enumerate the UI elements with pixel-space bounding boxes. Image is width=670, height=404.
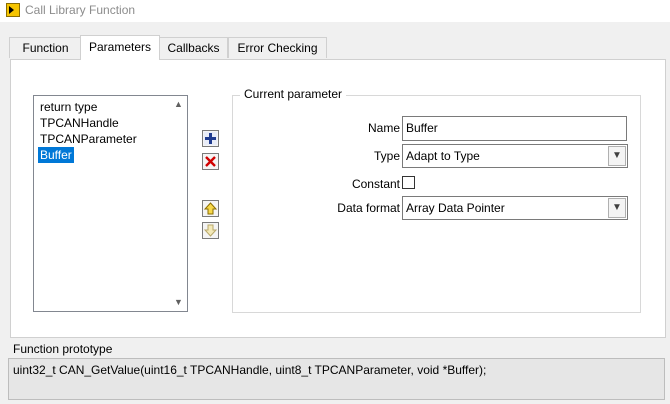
- arrow-up-icon: [203, 202, 218, 215]
- current-parameter-title: Current parameter: [240, 87, 347, 101]
- function-prototype-text: uint32_t CAN_GetValue(uint16_t TPCANHand…: [13, 363, 487, 377]
- move-up-button[interactable]: [202, 200, 219, 217]
- window-title: Call Library Function: [25, 3, 136, 17]
- labview-app-icon: [6, 3, 20, 17]
- type-value: Adapt to Type: [406, 149, 480, 163]
- plus-icon: [204, 132, 217, 145]
- tab-callbacks[interactable]: Callbacks: [159, 37, 228, 58]
- arrow-down-icon: [203, 224, 218, 237]
- name-label: Name: [367, 121, 400, 135]
- tab-parameters[interactable]: Parameters: [80, 35, 160, 60]
- function-prototype-label: Function prototype: [13, 342, 113, 356]
- list-item[interactable]: TPCANHandle: [38, 115, 121, 131]
- tab-error-checking-label: Error Checking: [237, 41, 318, 55]
- add-parameter-button[interactable]: [202, 130, 219, 147]
- parameters-panel: return type TPCANHandle TPCANParameter B…: [10, 59, 666, 338]
- scroll-up-icon[interactable]: ▲: [170, 96, 187, 113]
- tab-function[interactable]: Function: [9, 37, 82, 58]
- parameter-list[interactable]: return type TPCANHandle TPCANParameter B…: [33, 95, 188, 312]
- move-down-button[interactable]: [202, 222, 219, 239]
- list-item[interactable]: TPCANParameter: [38, 131, 139, 147]
- data-format-dropdown[interactable]: Array Data Pointer ▼: [402, 196, 628, 220]
- constant-label: Constant: [351, 177, 400, 191]
- scroll-down-icon[interactable]: ▼: [170, 294, 187, 311]
- data-format-value: Array Data Pointer: [406, 201, 505, 215]
- constant-checkbox[interactable]: [402, 176, 415, 189]
- dialog-body: Function Parameters Callbacks Error Chec…: [0, 22, 670, 404]
- x-icon: [205, 156, 216, 167]
- type-label: Type: [373, 149, 400, 163]
- tab-callbacks-label: Callbacks: [167, 41, 220, 55]
- chevron-down-icon[interactable]: ▼: [608, 198, 626, 218]
- tab-parameters-label: Parameters: [88, 40, 152, 54]
- title-bar: Call Library Function: [0, 0, 670, 22]
- list-item[interactable]: return type: [38, 99, 99, 115]
- type-dropdown[interactable]: Adapt to Type ▼: [402, 144, 628, 168]
- tab-function-label: Function: [22, 41, 69, 55]
- tab-error-checking[interactable]: Error Checking: [228, 37, 327, 58]
- function-prototype-box: uint32_t CAN_GetValue(uint16_t TPCANHand…: [8, 358, 665, 400]
- list-scrollbar[interactable]: ▲ ▼: [170, 96, 187, 311]
- chevron-down-icon[interactable]: ▼: [608, 146, 626, 166]
- name-field[interactable]: Buffer: [402, 116, 627, 141]
- delete-parameter-button[interactable]: [202, 153, 219, 170]
- list-item-selected[interactable]: Buffer: [38, 147, 74, 163]
- data-format-label: Data format: [337, 201, 400, 215]
